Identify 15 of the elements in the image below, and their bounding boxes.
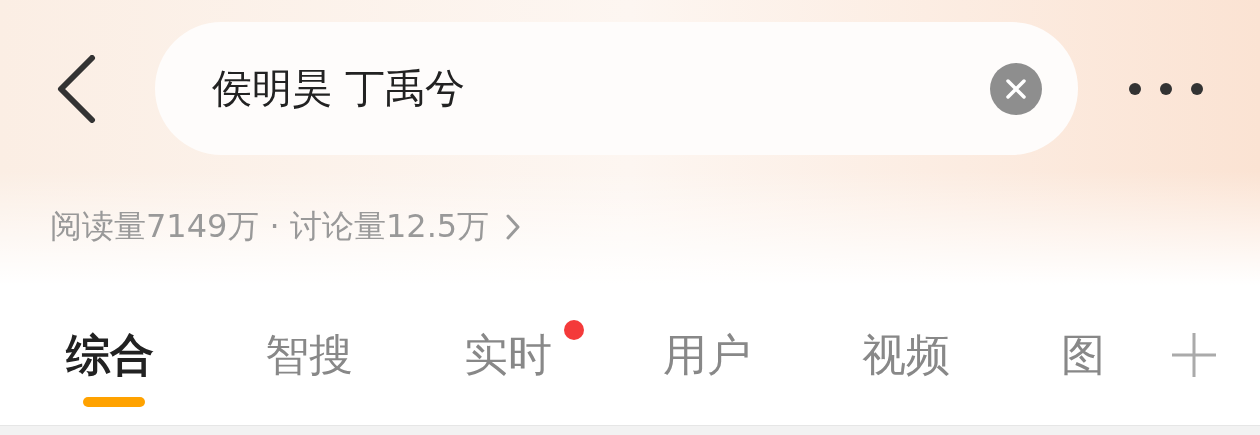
chevron-right-icon[interactable] bbox=[505, 213, 522, 241]
active-tab-indicator bbox=[83, 396, 145, 407]
tab[interactable]: 综合 bbox=[66, 325, 164, 385]
tab[interactable]: 智搜 bbox=[265, 325, 363, 385]
more-icon[interactable] bbox=[1128, 81, 1204, 96]
clear-icon[interactable] bbox=[990, 62, 1042, 115]
back-icon[interactable] bbox=[56, 54, 96, 123]
tab[interactable]: 实时 bbox=[464, 325, 562, 385]
search-bar[interactable]: 侯明昊 丁禹兮 bbox=[155, 22, 1078, 155]
tab[interactable]: 视频 bbox=[862, 325, 960, 385]
add-icon[interactable] bbox=[1170, 331, 1218, 379]
search-field[interactable]: 侯明昊 丁禹兮 bbox=[212, 65, 990, 112]
stats-text: 阅读量7149万 · 讨论量12.5万 bbox=[50, 206, 490, 247]
tab[interactable]: 用户 bbox=[663, 325, 761, 385]
tab[interactable]: 图 bbox=[1061, 325, 1159, 385]
